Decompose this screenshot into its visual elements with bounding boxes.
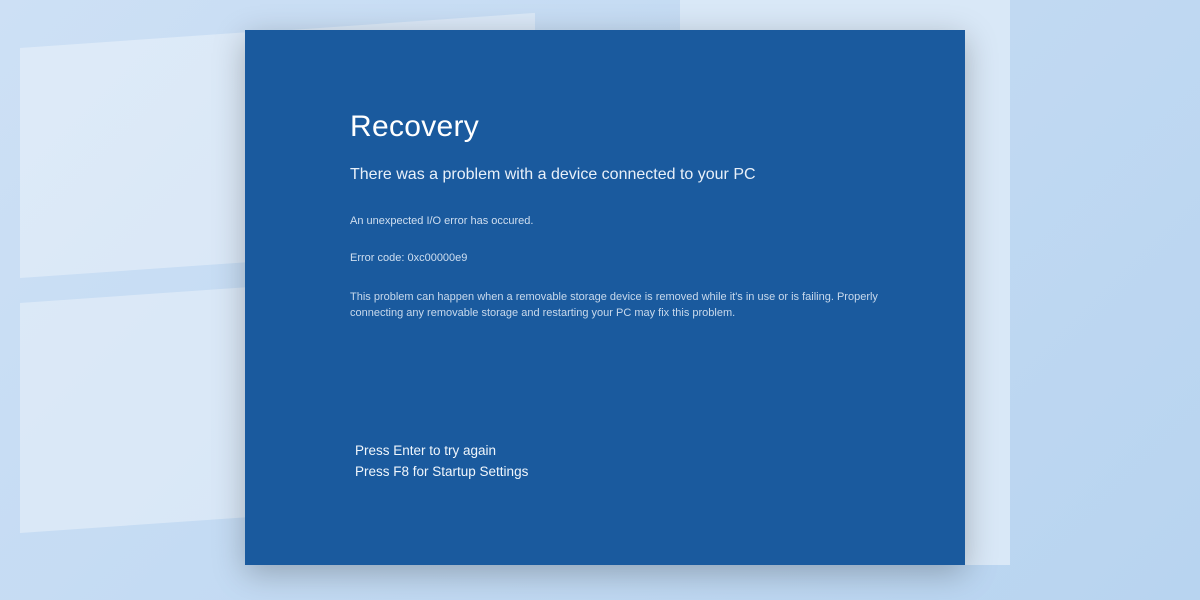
error-explanation: This problem can happen when a removable…: [350, 289, 890, 322]
error-code: Error code: 0xc00000e9: [350, 251, 910, 266]
recovery-error-panel: Recovery There was a problem with a devi…: [245, 30, 965, 565]
error-message: An unexpected I/O error has occured.: [350, 214, 910, 229]
recovery-title: Recovery: [350, 110, 910, 144]
instruction-retry: Press Enter to try again: [355, 441, 528, 462]
instructions-block: Press Enter to try again Press F8 for St…: [355, 441, 528, 483]
instruction-startup-settings: Press F8 for Startup Settings: [355, 462, 528, 483]
recovery-subtitle: There was a problem with a device connec…: [350, 166, 910, 184]
